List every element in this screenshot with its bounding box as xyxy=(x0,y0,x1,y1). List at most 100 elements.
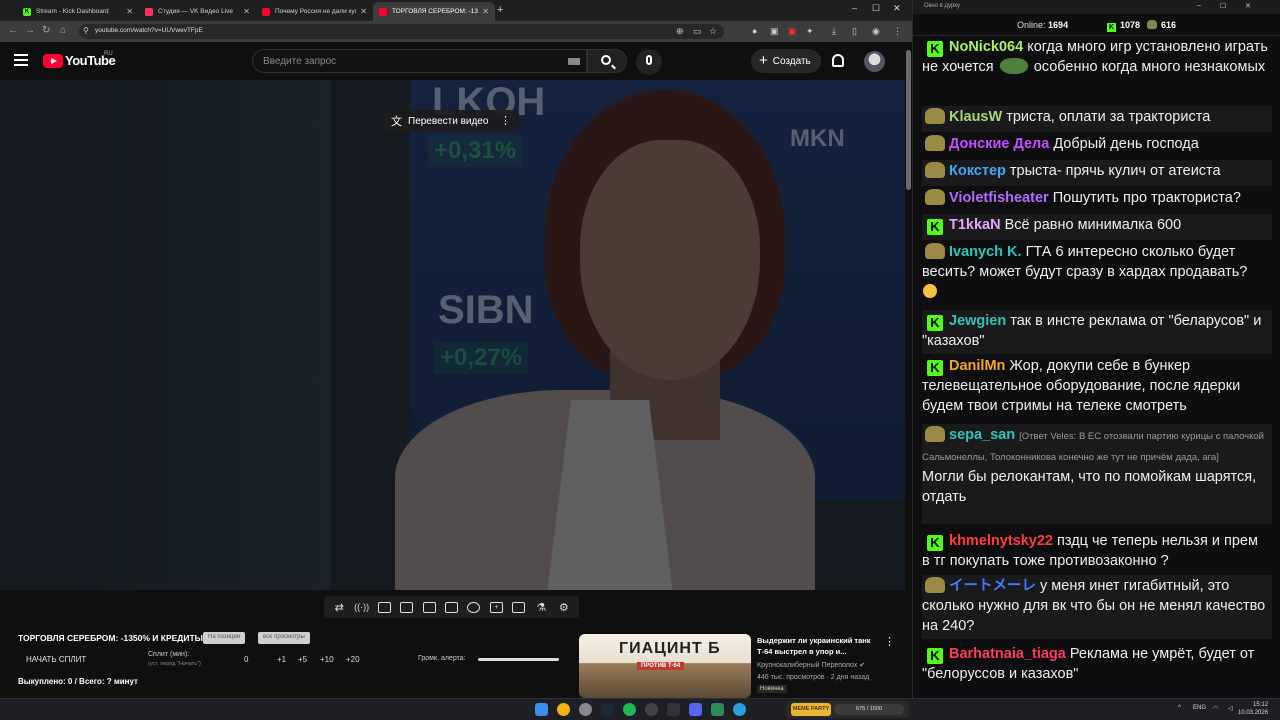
pip-icon[interactable] xyxy=(422,601,436,613)
spotify-icon[interactable] xyxy=(623,703,636,716)
chat-username[interactable]: DanilMn xyxy=(949,358,1005,374)
keyboard-icon[interactable] xyxy=(568,58,580,65)
film-icon[interactable] xyxy=(400,601,414,613)
scrollbar[interactable] xyxy=(905,42,912,698)
chat-username[interactable]: sepa_san xyxy=(949,427,1015,443)
flask-icon[interactable]: ⚗ xyxy=(535,602,548,614)
sidebar-icon[interactable]: ▯ xyxy=(852,25,857,37)
minimize-icon[interactable]: – xyxy=(852,3,857,13)
forward-icon[interactable]: → xyxy=(25,25,35,37)
speed-icon[interactable] xyxy=(467,601,481,613)
new-tab-button[interactable]: + xyxy=(497,4,503,16)
clock-date: 10.03.2026 xyxy=(1238,710,1269,716)
wifi-icon[interactable]: ◠ xyxy=(1213,705,1218,712)
app-icon[interactable] xyxy=(667,703,680,716)
home-icon[interactable]: ⌂ xyxy=(60,25,66,37)
menu-icon[interactable]: ⋮ xyxy=(893,25,902,37)
tab-kick-dashboard[interactable]: K Stream - Kick Dashboard ✕ xyxy=(17,2,139,21)
chat-username[interactable]: Barhatnaia_tiaga xyxy=(949,646,1066,662)
app-icon[interactable] xyxy=(579,703,592,716)
close-icon[interactable]: ✕ xyxy=(360,7,367,16)
chat-username[interactable]: NoNick064 xyxy=(949,39,1023,55)
zoom-icon[interactable]: ⊕ xyxy=(676,25,684,37)
close-icon[interactable]: ✕ xyxy=(243,7,250,16)
broadcast-icon[interactable]: ((·)) xyxy=(354,602,369,613)
telegram-icon[interactable] xyxy=(733,703,746,716)
obs-icon[interactable] xyxy=(645,703,658,716)
add-icon[interactable]: + xyxy=(489,601,503,613)
extension-icon[interactable]: ▣ xyxy=(770,25,779,37)
minimize-icon[interactable]: – xyxy=(1197,2,1201,9)
profile-icon[interactable]: ◉ xyxy=(872,25,880,37)
windows-start-icon[interactable] xyxy=(535,703,548,716)
chat-username[interactable]: T1kkaN xyxy=(949,217,1001,233)
camera-icon[interactable] xyxy=(512,601,526,613)
site-info-icon[interactable]: ⚲ xyxy=(83,25,89,37)
reload-icon[interactable]: ↻ xyxy=(42,25,50,37)
volume-icon[interactable]: ◁ xyxy=(1228,705,1233,712)
app-icon[interactable] xyxy=(711,703,724,716)
voice-search-button[interactable] xyxy=(636,49,662,75)
split-plus-20-button[interactable]: +20 xyxy=(346,655,360,664)
split-plus-1-button[interactable]: +1 xyxy=(277,655,286,664)
chat-username[interactable]: Ivanych K. xyxy=(949,244,1022,260)
steam-icon[interactable] xyxy=(601,703,614,716)
download-icon[interactable]: ⤓ xyxy=(832,25,836,37)
clock[interactable]: 15:12 10.03.2026 xyxy=(1238,701,1268,717)
chat-username[interactable]: イートメーレ xyxy=(949,578,1036,594)
screen-icon[interactable] xyxy=(377,601,391,613)
translate-video-button[interactable]: 文 Перевести видео ⋮ xyxy=(383,110,519,132)
search-button[interactable] xyxy=(587,49,627,73)
notifications-bell-icon[interactable] xyxy=(832,54,844,67)
youtube-logo-icon[interactable] xyxy=(43,54,63,68)
close-window-icon[interactable]: ✕ xyxy=(1245,2,1251,10)
chat-username[interactable]: Violetfisheater xyxy=(949,190,1049,206)
loop-icon[interactable]: ⇄ xyxy=(333,602,346,614)
close-icon[interactable]: ✕ xyxy=(126,7,133,16)
microphone-icon xyxy=(646,55,652,65)
language-indicator[interactable]: ENG xyxy=(1193,705,1206,711)
chrome-icon[interactable] xyxy=(557,703,570,716)
chevron-up-icon[interactable]: ^ xyxy=(1178,705,1181,711)
cast-icon[interactable]: ▭ xyxy=(693,25,702,37)
close-window-icon[interactable]: ✕ xyxy=(893,3,901,14)
tab-vk-studio[interactable]: Студия — VK Видео Live ✕ xyxy=(139,2,256,21)
chat-username[interactable]: Кокстер xyxy=(949,163,1006,179)
channel-name[interactable]: Крупнокалиберный Переполох ✔ xyxy=(757,661,865,669)
discord-icon[interactable] xyxy=(689,703,702,716)
close-icon[interactable]: ✕ xyxy=(482,7,489,16)
status-badge[interactable]: На позиции xyxy=(203,632,246,644)
maximize-icon[interactable]: ☐ xyxy=(1220,2,1226,10)
video-player[interactable]: LKOH +0,31% SIBN +0,27% MKN 文 Перевести … xyxy=(0,80,905,590)
more-options-icon[interactable]: ⋮ xyxy=(500,114,511,127)
bookmark-star-icon[interactable]: ☆ xyxy=(709,25,717,37)
gear-icon[interactable]: ⚙ xyxy=(557,602,570,614)
extensions-puzzle-icon[interactable]: ✦ xyxy=(806,25,814,37)
create-button[interactable]: + Создать xyxy=(751,49,821,73)
video-thumbnail[interactable]: ГИАЦИНТ Б ПРОТИВ Т-64 xyxy=(579,634,751,698)
split-plus-5-button[interactable]: +5 xyxy=(298,655,307,664)
address-bar[interactable]: ⚲ youtube.com/watch?v=UUVwevTFpE ⊕ ▭ ☆ xyxy=(79,24,724,39)
chat-username[interactable]: Jewgien xyxy=(949,313,1006,329)
list-icon[interactable] xyxy=(444,601,458,613)
search-input[interactable]: Введите запрос xyxy=(252,49,587,73)
chat-username[interactable]: khmelnytsky22 xyxy=(949,533,1053,549)
menu-icon[interactable] xyxy=(14,54,28,66)
back-icon[interactable]: ← xyxy=(8,25,18,37)
more-options-icon[interactable]: ⋮ xyxy=(884,635,895,648)
scrollbar-thumb[interactable] xyxy=(906,50,911,190)
status-badge[interactable]: все просмотры xyxy=(258,632,310,644)
chat-username[interactable]: KlausW xyxy=(949,109,1002,125)
volume-slider[interactable] xyxy=(478,658,559,661)
start-split-button[interactable]: НАЧАТЬ СПЛИТ xyxy=(26,655,86,664)
meme-party-widget[interactable]: MEME PARTY 675 / 1500 xyxy=(786,701,909,718)
chat-username[interactable]: Донские Дела xyxy=(949,136,1049,152)
maximize-icon[interactable]: ☐ xyxy=(872,3,880,14)
split-plus-10-button[interactable]: +10 xyxy=(320,655,334,664)
avatar[interactable] xyxy=(864,51,885,72)
tab-silver-trading[interactable]: ТОРГОВЛЯ СЕРЕБРОМ: -1350% ✕ xyxy=(373,2,495,21)
extension-icon[interactable]: ▣ xyxy=(788,25,797,37)
extension-icon[interactable]: ● xyxy=(752,25,757,37)
tab-russia-video[interactable]: Почему Россия не дали купи ✕ xyxy=(256,2,373,21)
recommended-video-title[interactable]: Выдержит ли украинский танк Т-64 выстрел… xyxy=(757,635,879,657)
